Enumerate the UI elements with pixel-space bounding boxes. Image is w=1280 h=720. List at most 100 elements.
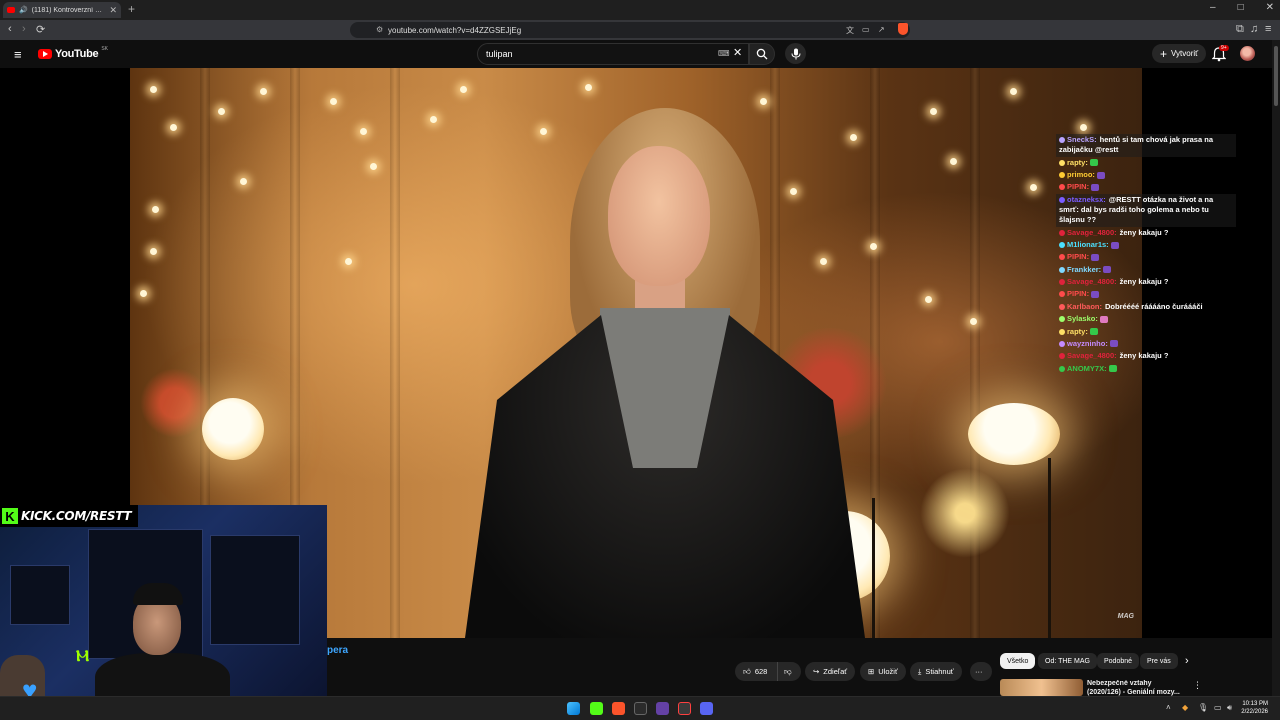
- chevron-right-icon[interactable]: ›: [1185, 655, 1189, 667]
- chip-for-you[interactable]: Pre vás: [1140, 653, 1178, 669]
- chat-badge-icon: [1059, 172, 1065, 179]
- brave-shields-icon[interactable]: [898, 23, 908, 35]
- share-button[interactable]: ↪ Zdieľať: [805, 662, 856, 681]
- chat-emote-icon: [1089, 328, 1098, 336]
- extensions-icon[interactable]: ⧉: [1236, 23, 1244, 36]
- create-button[interactable]: + Vytvoriť: [1152, 44, 1207, 63]
- chat-message: Savage_4800: ženy kakaju ?: [1056, 276, 1236, 288]
- chip-related[interactable]: Podobné: [1097, 653, 1140, 669]
- cast-icon[interactable]: ▭: [862, 25, 870, 34]
- fairy-light: [970, 318, 977, 325]
- chat-message: M1lionar1s:: [1056, 239, 1236, 251]
- save-label: Uložiť: [878, 667, 898, 676]
- tray-overflow-icon[interactable]: ˄: [1166, 703, 1171, 712]
- page-scrollbar[interactable]: [1272, 40, 1280, 696]
- brave-browser-icon[interactable]: [612, 702, 625, 715]
- fairy-light: [345, 258, 352, 265]
- acoustic-panel: [10, 565, 70, 625]
- save-button[interactable]: ⊞ Uložiť: [860, 662, 906, 681]
- chat-badge-icon: [1059, 279, 1065, 286]
- youtube-favicon-icon: [7, 7, 15, 13]
- chat-username: rapty:: [1067, 157, 1088, 167]
- fairy-light: [950, 158, 957, 165]
- system-clock[interactable]: 10:13 PM 2/22/2026: [1241, 700, 1268, 716]
- fairy-light: [140, 290, 147, 297]
- chat-message: rapty:: [1056, 157, 1236, 169]
- chat-message: Karlbaon: Dobréééé rááááno čuráááči: [1056, 301, 1236, 313]
- kick-app-icon[interactable]: [590, 702, 603, 715]
- close-window-button[interactable]: ✕: [1266, 2, 1274, 13]
- chat-badge-icon: [1059, 254, 1065, 261]
- browser-menu-icon[interactable]: ≡: [1265, 23, 1271, 35]
- chat-username: wayzninho:: [1067, 338, 1108, 348]
- woman-face: [608, 146, 710, 286]
- recommended-video-thumbnail[interactable]: [1000, 679, 1083, 696]
- chat-message: primoo:: [1056, 169, 1236, 181]
- terminal-icon[interactable]: [634, 702, 647, 715]
- volume-icon[interactable]: 🔊︎: [1227, 703, 1232, 713]
- search-button[interactable]: [749, 43, 775, 65]
- kick-channel-url: KICK.COM/RESTT: [21, 509, 132, 523]
- globe-lamp: [202, 398, 264, 460]
- video-title-fragment[interactable]: pera: [327, 645, 348, 656]
- hamburger-menu-icon[interactable]: ≡: [14, 47, 22, 62]
- address-bar[interactable]: ⚙ youtube.com/watch?v=d4ZZGSEJjEg 文 ▭ ↗: [350, 22, 910, 38]
- chat-username: Savage_4800:: [1067, 277, 1117, 287]
- thumbs-up-icon: 👍︎: [743, 666, 751, 676]
- chat-badge-icon: [1059, 316, 1065, 323]
- voice-search-button[interactable]: [785, 43, 806, 64]
- dislike-button[interactable]: 👎︎: [777, 662, 801, 681]
- flower-bouquet: [140, 368, 210, 438]
- new-tab-button[interactable]: +: [128, 2, 135, 16]
- tray-app-icon[interactable]: ◆: [1182, 703, 1188, 712]
- chat-username: PIPIN:: [1067, 289, 1090, 299]
- fairy-light: [850, 134, 857, 141]
- thumbs-down-icon: 👎︎: [784, 666, 792, 676]
- obs-icon[interactable]: [678, 702, 691, 715]
- media-controls-icon[interactable]: ♫: [1250, 23, 1258, 35]
- tab-close-icon[interactable]: ✕: [109, 5, 117, 16]
- scrollbar-thumb[interactable]: [1274, 46, 1278, 106]
- site-info-icon[interactable]: ⚙: [376, 25, 383, 34]
- back-icon[interactable]: ‹: [8, 23, 12, 35]
- chat-badge-icon: [1059, 229, 1065, 236]
- youtube-logo[interactable]: YouTube SK: [38, 46, 108, 60]
- recommended-video-menu-icon[interactable]: ⋮: [1193, 680, 1202, 691]
- chip-from-channel[interactable]: Od: THE MAG: [1038, 653, 1097, 669]
- minimize-button[interactable]: –: [1210, 2, 1216, 13]
- chat-message: otazneksx: @RESTT otázka na život a na sm…: [1056, 193, 1236, 227]
- like-button[interactable]: 👍︎ 628: [735, 662, 777, 681]
- download-icon: ⤓: [918, 666, 922, 676]
- maximize-button[interactable]: □: [1238, 2, 1244, 13]
- clock-date: 2/22/2026: [1241, 709, 1268, 716]
- forward-icon[interactable]: ›: [22, 23, 26, 35]
- download-button[interactable]: ⤓ Stiahnuť: [910, 662, 962, 681]
- start-menu-icon[interactable]: [567, 702, 580, 715]
- browser-tab-youtube[interactable]: 🔊 (1181) Kontroverzní výzva • Y ✕: [3, 2, 121, 18]
- more-actions-button[interactable]: ···: [970, 662, 992, 681]
- mic-tray-icon[interactable]: 🎙︎: [1198, 703, 1208, 712]
- keyboard-icon[interactable]: ⌨: [718, 49, 730, 58]
- share-page-icon[interactable]: ↗: [878, 25, 885, 34]
- recommended-video-title[interactable]: Nebezpečné vztahy (2020/126) - Geniální …: [1087, 680, 1187, 696]
- search-input[interactable]: tulipan: [477, 43, 749, 65]
- translate-icon[interactable]: 文: [846, 25, 854, 36]
- clear-search-icon[interactable]: ✕: [733, 46, 742, 59]
- account-avatar[interactable]: [1240, 46, 1255, 61]
- youtube-header: ≡ YouTube SK tulipan ⌨ ✕ + Vytvoriť 9+: [0, 40, 1280, 68]
- discord-icon[interactable]: [700, 702, 713, 715]
- network-icon[interactable]: ▭: [1214, 703, 1222, 712]
- twitch-icon[interactable]: [656, 702, 669, 715]
- chat-username: SneckS:: [1067, 135, 1097, 144]
- chat-badge-icon: [1059, 340, 1065, 347]
- fairy-light: [460, 86, 467, 93]
- chip-all[interactable]: Všetko: [1000, 653, 1036, 669]
- search-icon: [756, 48, 768, 60]
- reload-icon[interactable]: ⟳: [36, 23, 45, 36]
- chat-message: ANOMY7X:: [1056, 363, 1236, 375]
- chat-username: Savage_4800:: [1067, 227, 1117, 237]
- save-playlist-icon: ⊞: [868, 667, 875, 676]
- fairy-light: [218, 108, 225, 115]
- share-icon: ↪: [813, 667, 820, 676]
- chat-username: M1lionar1s:: [1067, 240, 1109, 250]
